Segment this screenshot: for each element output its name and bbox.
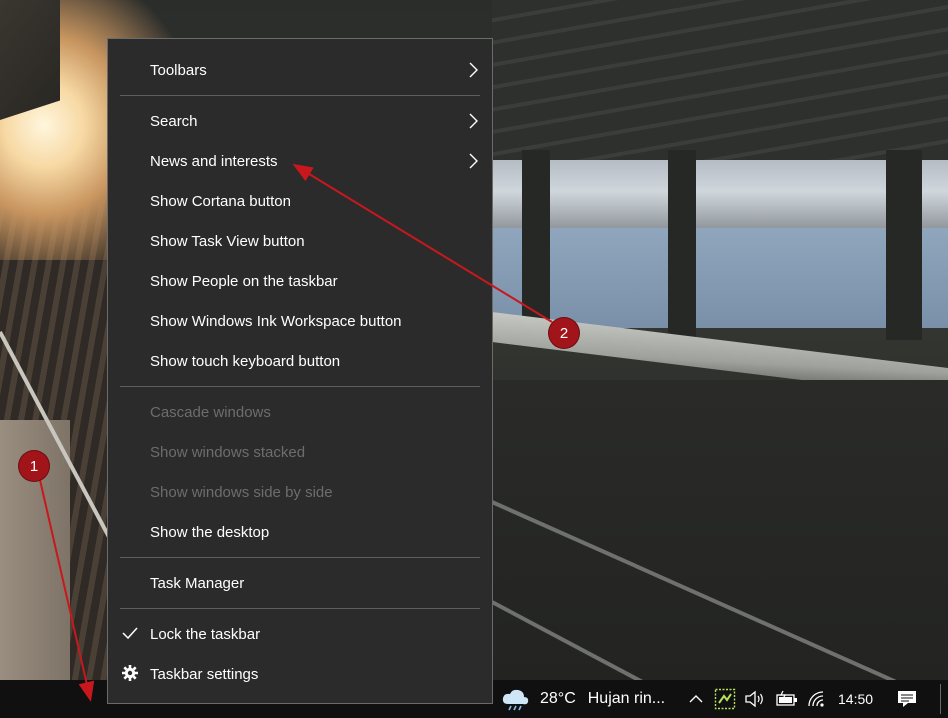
app-tray-icon[interactable] [714,680,736,718]
weather-description: Hujan rin... [587,690,666,707]
speaker-icon [745,690,763,708]
wallpaper-roof [492,0,948,160]
weather-widget[interactable]: 28°C Hujan rin... [500,680,665,718]
menu-item-show-cortana[interactable]: Show Cortana button [108,181,492,221]
wallpaper-pillar [668,150,696,340]
menu-separator [120,386,480,387]
menu-item-label: Cascade windows [150,403,271,421]
menu-item-label: Show People on the taskbar [150,272,338,290]
battery-button[interactable] [775,680,799,718]
menu-separator [120,608,480,609]
menu-item-show-windows-stacked: Show windows stacked [108,432,492,472]
clock[interactable]: 14:50 [838,680,873,718]
annotation-badge-2: 2 [549,318,579,348]
menu-item-label: Show windows side by side [150,483,333,501]
notification-icon [898,691,916,707]
gear-icon [122,665,138,681]
chevron-right-icon [469,113,478,129]
menu-item-label: Lock the taskbar [150,625,261,643]
menu-item-toolbars[interactable]: Toolbars [108,50,492,90]
show-hidden-icons-button[interactable] [688,680,704,718]
menu-item-label: Show Cortana button [150,192,291,210]
weather-temperature: 28°C [540,690,576,707]
menu-item-label: News and interests [150,152,278,170]
wallpaper-windows [492,160,948,230]
menu-item-label: Show Task View button [150,232,305,250]
menu-item-label: Show Windows Ink Workspace button [150,312,402,330]
menu-item-show-touch-keyboard[interactable]: Show touch keyboard button [108,341,492,381]
menu-item-label: Toolbars [150,61,207,79]
wallpaper-pillar [522,150,550,340]
chevron-up-icon [689,695,703,703]
menu-item-label: Search [150,112,198,130]
menu-item-task-manager[interactable]: Task Manager [108,563,492,603]
menu-item-show-desktop[interactable]: Show the desktop [108,512,492,552]
menu-item-label: Show the desktop [150,523,270,541]
menu-item-label: Task Manager [150,574,245,592]
menu-item-search[interactable]: Search [108,101,492,141]
annotation-badge-1: 1 [19,451,49,481]
menu-item-label: Show windows stacked [150,443,306,461]
wifi-icon [808,691,824,707]
checkmark-icon [122,627,138,640]
menu-separator [120,95,480,96]
menu-item-show-people[interactable]: Show People on the taskbar [108,261,492,301]
menu-item-show-task-view[interactable]: Show Task View button [108,221,492,261]
taskbar-context-menu: Toolbars Search News and interests Show … [107,38,493,704]
chevron-right-icon [469,153,478,169]
network-button[interactable] [806,680,828,718]
volume-button[interactable] [744,680,766,718]
menu-item-lock-taskbar[interactable]: Lock the taskbar [108,614,492,654]
menu-separator [120,557,480,558]
wallpaper-canopy [0,0,60,120]
action-center-button[interactable] [896,680,918,718]
menu-item-cascade-windows: Cascade windows [108,392,492,432]
menu-item-label: Show touch keyboard button [150,352,341,370]
menu-item-taskbar-settings[interactable]: Taskbar settings [108,654,492,694]
menu-item-news-and-interests[interactable]: News and interests [108,141,492,181]
chevron-right-icon [469,62,478,78]
battery-charging-icon [776,690,797,706]
menu-item-label: Taskbar settings [150,665,259,683]
show-desktop-button[interactable] [940,684,941,714]
menu-item-show-windows-ink[interactable]: Show Windows Ink Workspace button [108,301,492,341]
wallpaper-pillar [886,150,922,340]
menu-item-show-windows-side-by-side: Show windows side by side [108,472,492,512]
app-icon [714,688,736,710]
cloud-rain-icon [502,689,529,711]
wallpaper-lower-panel [492,228,948,328]
clock-time: 14:50 [838,691,874,707]
